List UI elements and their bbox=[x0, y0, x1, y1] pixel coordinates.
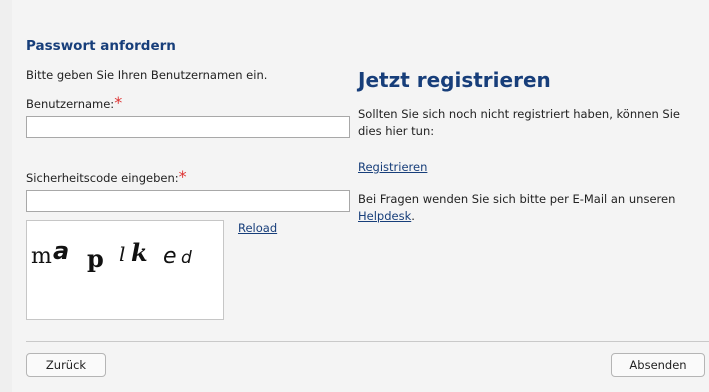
password-request-panel: Passwort anfordern Bitte geben Sie Ihren… bbox=[12, 0, 709, 392]
captcha-label: Sicherheitscode eingeben: bbox=[26, 171, 179, 185]
register-link[interactable]: Registrieren bbox=[358, 160, 427, 174]
section-title: Passwort anfordern bbox=[26, 38, 176, 54]
required-marker: * bbox=[114, 93, 123, 112]
username-input[interactable] bbox=[26, 116, 350, 138]
svg-text:a: a bbox=[53, 237, 69, 265]
username-label: Benutzername: bbox=[26, 97, 115, 111]
svg-text:p: p bbox=[87, 244, 104, 273]
captcha-input[interactable] bbox=[26, 190, 350, 212]
svg-text:m: m bbox=[31, 244, 52, 269]
username-field-group: Benutzername:* bbox=[26, 93, 356, 138]
captcha-image: m a p l k e d bbox=[26, 220, 224, 320]
captcha-field-group: Sicherheitscode eingeben:* bbox=[26, 167, 356, 212]
submit-button[interactable]: Absenden bbox=[611, 353, 705, 377]
register-title: Jetzt registrieren bbox=[358, 68, 551, 92]
svg-text:e: e bbox=[163, 244, 177, 269]
captcha-image-graphic: m a p l k e d bbox=[31, 237, 192, 273]
register-section: Jetzt registrieren Sollten Sie sich noch… bbox=[358, 68, 703, 225]
footer-divider bbox=[26, 341, 709, 342]
help-paragraph: Bei Fragen wenden Sie sich bitte per E-M… bbox=[358, 191, 703, 225]
password-request-section: Passwort anfordern Bitte geben Sie Ihren… bbox=[26, 38, 356, 212]
back-button[interactable]: Zurück bbox=[26, 353, 106, 377]
help-text-end: . bbox=[411, 209, 415, 223]
instruction-text: Bitte geben Sie Ihren Benutzernamen ein. bbox=[26, 68, 268, 82]
reload-captcha-link[interactable]: Reload bbox=[238, 221, 277, 235]
required-marker: * bbox=[178, 167, 187, 186]
svg-text:d: d bbox=[181, 248, 192, 268]
helpdesk-link[interactable]: Helpdesk bbox=[358, 209, 411, 223]
register-text: Sollten Sie sich noch nicht registriert … bbox=[358, 107, 680, 138]
help-text: Bei Fragen wenden Sie sich bitte per E-M… bbox=[358, 192, 676, 206]
svg-text:k: k bbox=[131, 238, 148, 267]
svg-text:l: l bbox=[119, 242, 125, 266]
